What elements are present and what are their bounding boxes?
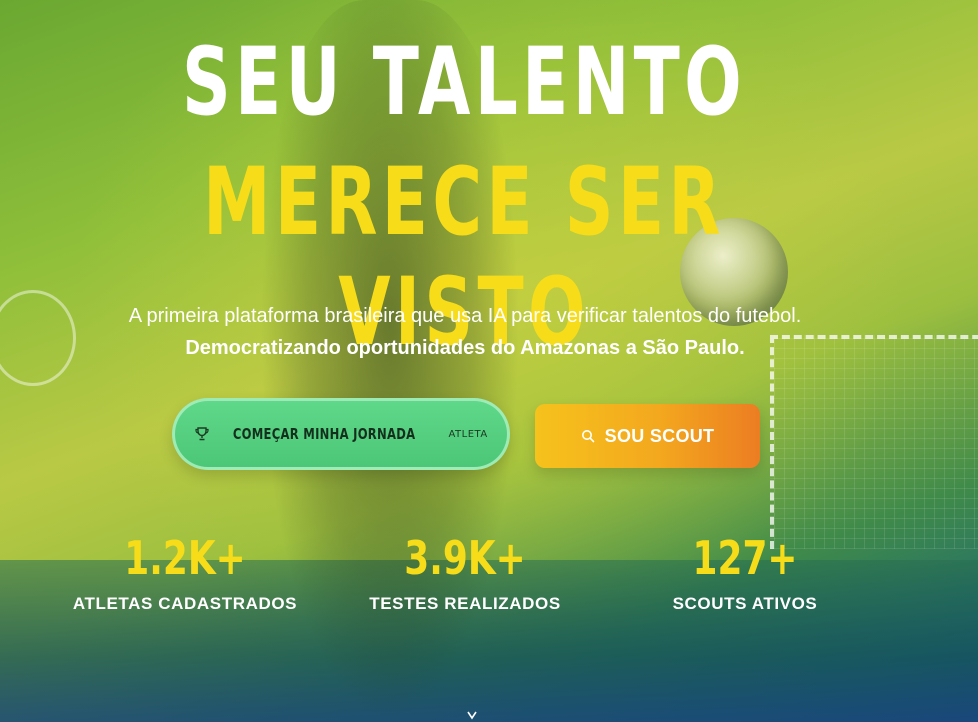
stat-label: ATLETAS CADASTRADOS (72, 594, 298, 613)
hero-section: SEU TALENTO MERECE SER VISTO A primeira … (0, 0, 978, 722)
stat-value: 127+ (692, 531, 798, 585)
athlete-tag: ATLETA (448, 428, 488, 440)
stat-value: 1.2K+ (124, 531, 246, 585)
stat-value: 3.9K+ (404, 531, 526, 585)
start-journey-label: COMEÇAR MINHA JORNADA (233, 425, 416, 443)
scout-button[interactable]: SOU SCOUT (535, 404, 760, 468)
start-journey-button[interactable]: COMEÇAR MINHA JORNADA ATLETA (172, 398, 510, 470)
stat-tests: 3.9K+ TESTES REALIZADOS (340, 528, 590, 614)
hero-subtitle-line1: A primeira plataforma brasileira que usa… (128, 305, 802, 327)
chevron-down-icon[interactable] (463, 708, 481, 722)
scout-button-label: SOU SCOUT (604, 425, 715, 446)
search-icon (581, 429, 595, 443)
hero-subtitle: A primeira plataforma brasileira que usa… (40, 300, 890, 364)
stat-athletes: 1.2K+ ATLETAS CADASTRADOS (60, 528, 310, 614)
hero-title-line1: SEU TALENTO (181, 28, 747, 137)
stat-label: TESTES REALIZADOS (369, 594, 561, 613)
stat-label: SCOUTS ATIVOS (672, 594, 818, 613)
hero-content: SEU TALENTO MERECE SER VISTO A primeira … (0, 0, 978, 722)
stat-scouts: 127+ SCOUTS ATIVOS (620, 528, 870, 614)
hero-subtitle-line2: Democratizando oportunidades do Amazonas… (185, 337, 745, 359)
trophy-icon (194, 426, 210, 442)
